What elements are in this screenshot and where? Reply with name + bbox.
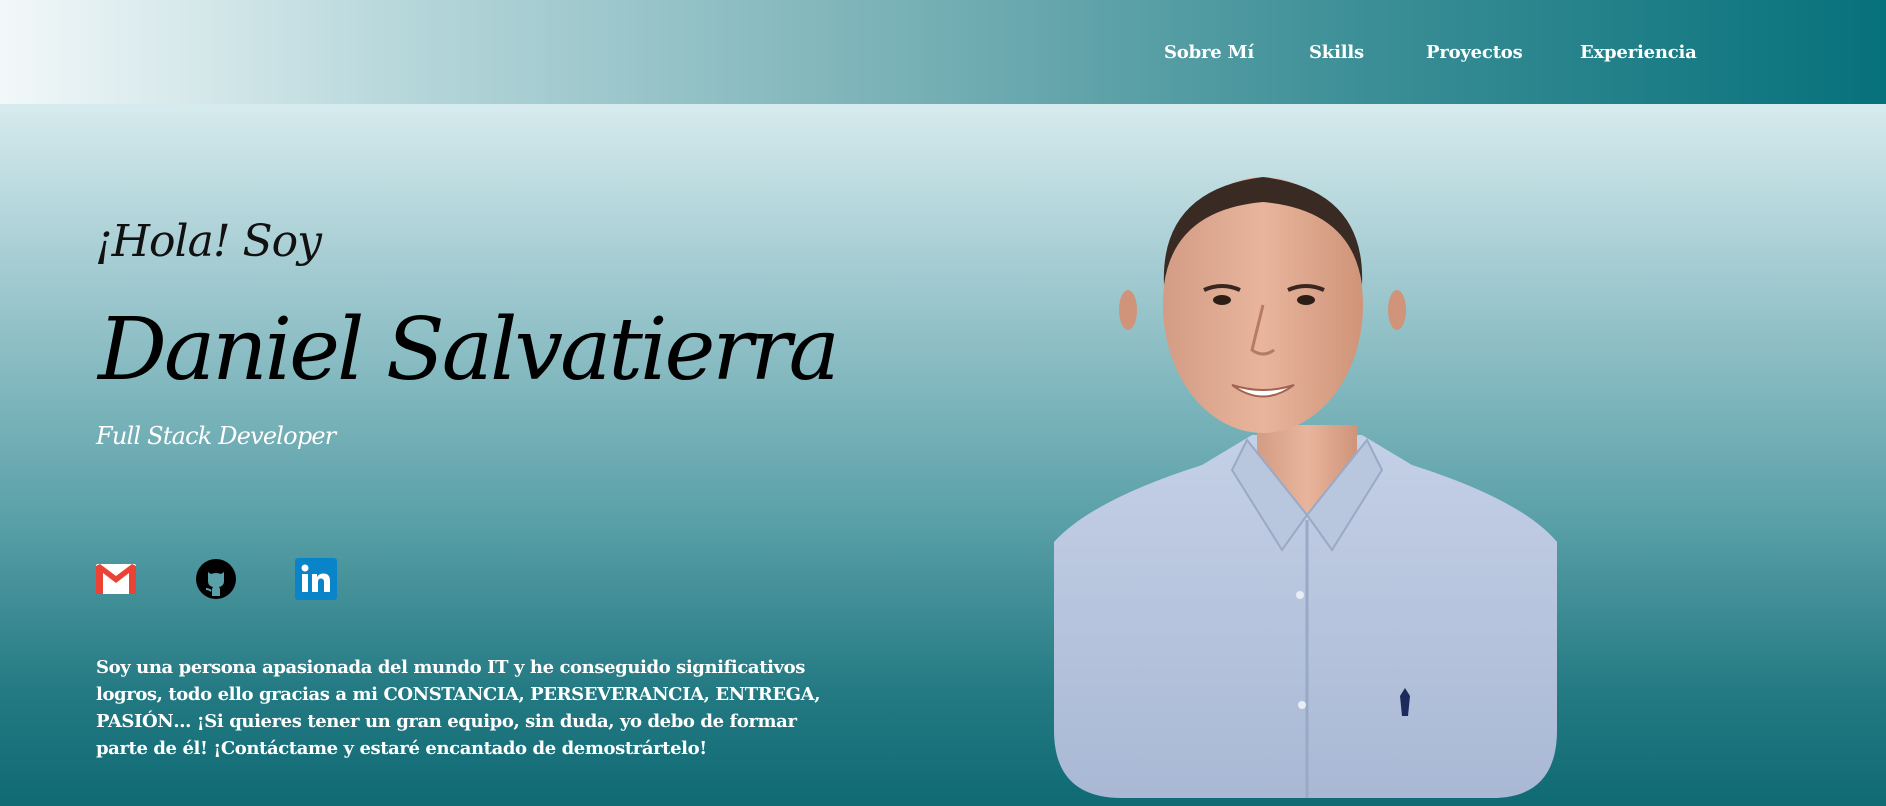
hero-name: Daniel Salvatierra — [98, 300, 840, 400]
top-navbar: Sobre Mí Skills Proyectos Experiencia — [0, 0, 1886, 104]
nav-link-proyectos[interactable]: Proyectos — [1426, 42, 1523, 63]
linkedin-icon[interactable] — [295, 558, 337, 600]
hero-role: Full Stack Developer — [96, 422, 336, 450]
nav-link-experiencia[interactable]: Experiencia — [1580, 42, 1697, 63]
nav-link-skills[interactable]: Skills — [1309, 42, 1364, 63]
profile-photo — [1054, 177, 1557, 798]
github-icon[interactable] — [195, 558, 237, 600]
gmail-icon[interactable] — [95, 558, 137, 600]
hero-greeting: ¡Hola! Soy — [95, 216, 322, 267]
about-paragraph: Soy una persona apasionada del mundo IT … — [96, 657, 821, 759]
nav-link-sobre-mi[interactable]: Sobre Mí — [1164, 42, 1254, 63]
